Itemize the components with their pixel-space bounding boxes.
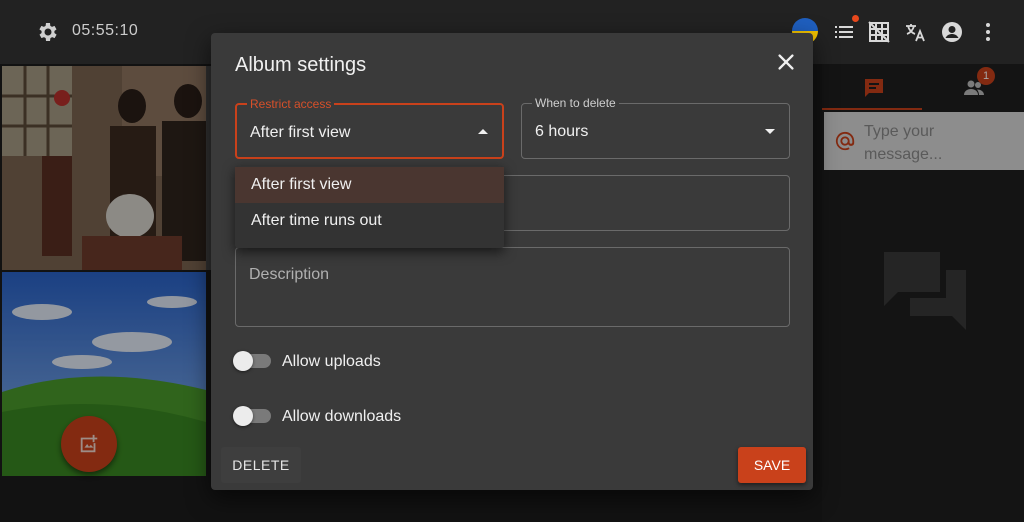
description-field[interactable]: Description — [235, 247, 790, 327]
notification-dot — [852, 15, 859, 22]
when-to-delete-value: 6 hours — [535, 123, 589, 140]
more-vert-icon[interactable] — [976, 20, 1000, 44]
close-icon[interactable] — [775, 51, 797, 73]
album-settings-dialog: Album settings Restrict access After fir… — [211, 33, 813, 490]
when-to-delete-label: When to delete — [532, 96, 619, 110]
allow-downloads-label: Allow downloads — [282, 408, 402, 425]
dialog-title: Album settings — [235, 54, 367, 76]
caret-down-icon — [765, 129, 775, 134]
list-icon[interactable] — [832, 20, 856, 44]
grid-off-icon[interactable] — [867, 20, 891, 44]
account-icon[interactable] — [940, 20, 964, 44]
restrict-access-menu: After first view After time runs out — [235, 166, 504, 248]
allow-uploads-label: Allow uploads — [282, 353, 381, 370]
description-placeholder: Description — [249, 266, 330, 283]
caret-up-icon — [478, 129, 488, 134]
when-to-delete-select[interactable]: When to delete 6 hours — [521, 96, 790, 159]
menu-item-after-time-runs-out[interactable]: After time runs out — [235, 203, 504, 239]
save-button[interactable]: SAVE — [738, 447, 806, 483]
clock-display: 05:55:10 — [72, 22, 139, 39]
menu-item-after-first-view[interactable]: After first view — [235, 167, 504, 203]
translate-icon[interactable] — [903, 20, 927, 44]
restrict-access-value: After first view — [250, 124, 351, 141]
allow-downloads-toggle[interactable] — [233, 406, 273, 426]
restrict-access-label: Restrict access — [247, 97, 335, 111]
allow-uploads-toggle[interactable] — [233, 351, 273, 371]
restrict-access-select[interactable]: Restrict access After first view — [235, 97, 504, 159]
gear-icon[interactable] — [36, 20, 60, 44]
delete-button[interactable]: DELETE — [221, 447, 301, 483]
